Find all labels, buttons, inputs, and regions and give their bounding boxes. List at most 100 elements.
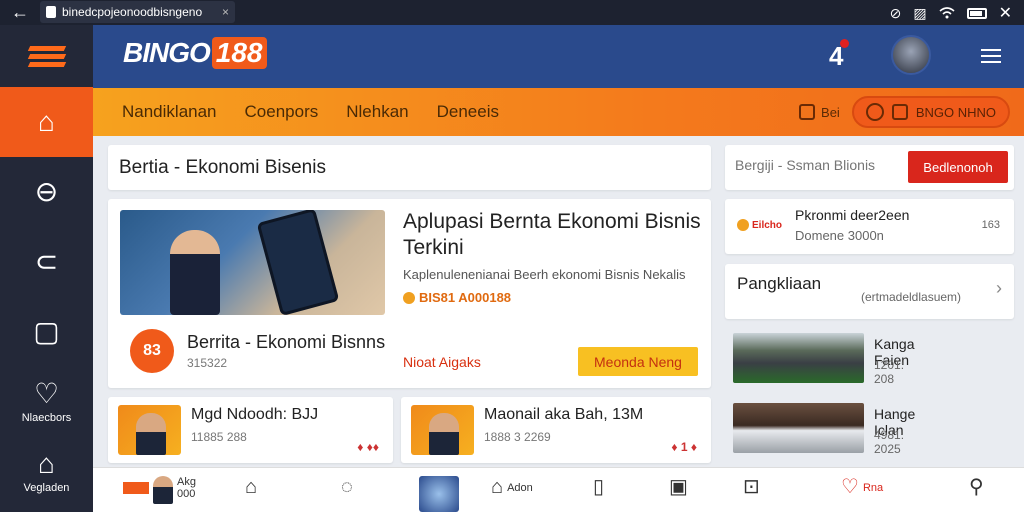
search-button[interactable]: Bedlenonoh (908, 151, 1008, 183)
ranking-subtitle: (ertmadeldlasuem) (861, 290, 962, 304)
list-item[interactable]: Mgd Ndoodh: BJJ 11885 288 ♦ ♦♦ (108, 397, 393, 463)
chat-icon: ◌ (341, 476, 353, 498)
news-meta: 4981: 2025 (874, 428, 905, 456)
url-text: binedcpojeonoodbisngeno (62, 5, 203, 19)
stats-icon: ▯ (593, 476, 605, 498)
system-icons: ⊘ ▨ ✕ (890, 3, 1012, 23)
wallet-icon (891, 104, 908, 120)
featured-subnum: 315322 (187, 356, 228, 370)
explore-icon: ⊂ (34, 246, 59, 277)
news-image (733, 333, 864, 383)
article-reactions[interactable]: ♦ 1 ♦ (671, 440, 697, 454)
search-input[interactable] (735, 157, 895, 173)
avatar[interactable] (891, 35, 931, 75)
featured-title[interactable]: Aplupasi Bernta Ekonomi Bisnis Terkini (403, 209, 703, 261)
nav-account-pill[interactable]: BNGO NHNO (851, 96, 1010, 128)
battery-icon (966, 7, 987, 19)
featured-badge: 83 (130, 329, 174, 373)
list-item[interactable]: Maonail aka Bah, 13M 1888 3 2269 ♦ 1 ♦ (401, 397, 711, 463)
badge-icon (123, 482, 149, 494)
featured-image (120, 210, 385, 315)
ranking-card[interactable]: Pangkliaan (ertmadeldlasuem) › (725, 264, 1014, 319)
bottom-item-profile[interactable]: ⚲ (969, 476, 984, 498)
rail-item-profile[interactable]: ⌂ Vegladen (0, 437, 93, 507)
lock-icon (46, 6, 56, 18)
promo-count: 163 (981, 219, 1000, 231)
close-window-icon[interactable]: ✕ (999, 3, 1012, 23)
news-meta: 1201: 208 (874, 358, 905, 386)
bottom-item-center[interactable] (419, 476, 459, 512)
media-icon: ▣ (669, 476, 688, 498)
brand-logo[interactable]: BINGO 188 (123, 37, 267, 69)
bottom-item-media[interactable]: ▣ (669, 476, 688, 498)
store-icon: ⌂ (491, 476, 504, 498)
block-icon: ⊘ (889, 4, 902, 21)
promo-subtitle: Domene 3000n (795, 228, 884, 243)
menu-icon[interactable] (981, 45, 1001, 67)
left-rail: ⌂ ⊖ ⊂ ▢ ♡ Nlaecbors ⌂ Vegladen (0, 25, 93, 512)
promo-title: Pkronmi deer2een (795, 207, 910, 223)
category-nav: Nandiklanan Coenpors Nlehkan Deneeis Bei… (93, 88, 1024, 136)
bottom-item-adon[interactable]: ⌂ Adon (491, 476, 533, 498)
heart-icon: ♡ (841, 476, 859, 498)
bottom-nav: Akg 000 ⌂ ◌ ⌂ Adon ▯ ▣ ⊡ ♡ Rna ⚲ (93, 467, 1024, 512)
featured-subtitle: Berrita - Ekonomi Bisnns (187, 332, 386, 352)
grid-icon (799, 104, 816, 120)
top-header: BINGO 188 4 (93, 25, 1024, 88)
article-meta: 1888 3 2269 (484, 430, 551, 444)
tab-coenpors[interactable]: Coenpors (245, 102, 319, 122)
article-title: Maonail aka Bah, 13M (484, 406, 644, 423)
section-header: Bertia - Ekonomi Bisenis (108, 145, 711, 190)
globe-icon (865, 103, 884, 121)
sphere-icon (419, 476, 459, 512)
rail-item-explore[interactable]: ⊂ (0, 227, 93, 297)
read-more-button[interactable]: Meonda Neng (578, 347, 698, 376)
rail-item-bookmarks[interactable]: ▢ (0, 297, 93, 367)
bottom-item-camera[interactable]: ⊡ (743, 476, 760, 498)
back-arrow-icon[interactable]: ← (0, 2, 40, 23)
tab-nandiklanan[interactable]: Nandiklanan (122, 102, 217, 122)
user-icon: ⚲ (969, 476, 984, 498)
url-bar[interactable]: binedcpojeonoodbisngeno × (40, 1, 235, 23)
nav-bet-button[interactable]: Bei (799, 104, 840, 120)
featured-desc: Kaplenulenenianai Beerh ekonomi Bisnis N… (403, 267, 686, 282)
bottom-item-account[interactable]: Akg 000 (123, 476, 201, 504)
featured-article[interactable]: Aplupasi Bernta Ekonomi Bisnis Terkini K… (108, 199, 711, 388)
notification-icon[interactable]: 4 (829, 39, 850, 72)
promo-logo: Eilcho (737, 215, 785, 235)
close-tab-icon[interactable]: × (222, 5, 229, 19)
bookmark-icon: ⌂ (245, 476, 258, 498)
tab-deneeis[interactable]: Deneeis (437, 102, 499, 122)
promo-card[interactable]: Eilcho Pkronmi deer2een Domene 3000n 163 (725, 199, 1014, 254)
chevron-right-icon[interactable]: › (996, 278, 1002, 299)
featured-source: BIS81 A000188 (403, 290, 511, 305)
bottom-item-chat[interactable]: ◌ (341, 476, 353, 498)
featured-hot-label[interactable]: Nioat Aigaks (403, 354, 481, 370)
section-title: Bertia - Ekonomi Bisenis (119, 156, 326, 178)
bottom-item-bookmark[interactable]: ⌂ (245, 476, 257, 498)
rail-item-label: Nlaecbors (21, 412, 72, 424)
app-logo-icon[interactable] (0, 25, 93, 87)
bookmark-icon: ▢ (33, 316, 60, 347)
search-box: Bedlenonoh (725, 145, 1014, 190)
rail-item-label: Vegladen (23, 482, 70, 494)
bottom-item-favorites[interactable]: ♡ Rna (841, 476, 883, 498)
ranking-title: Pangkliaan (737, 274, 822, 293)
browser-status-bar: ← binedcpojeonoodbisngeno × ⊘ ▨ ✕ (0, 0, 1024, 25)
article-thumbnail (118, 405, 181, 455)
home-icon: ⌂ (38, 106, 55, 137)
news-image (733, 403, 864, 453)
camera-icon: ⊡ (743, 476, 760, 498)
wifi-icon (939, 7, 955, 19)
tab-nlehkan[interactable]: Nlehkan (346, 102, 408, 122)
heart-icon: ♡ (33, 378, 60, 409)
article-reactions[interactable]: ♦ ♦♦ (357, 440, 379, 454)
rail-item-search[interactable]: ⊖ (0, 157, 93, 227)
rail-item-home[interactable]: ⌂ (0, 87, 93, 157)
user-photo (153, 476, 173, 504)
rail-item-favorites[interactable]: ♡ Nlaecbors (0, 367, 93, 437)
article-thumbnail (411, 405, 474, 455)
coin-icon (403, 291, 415, 304)
search-icon: ⊖ (34, 176, 59, 207)
bottom-item-stats[interactable]: ▯ (593, 476, 604, 498)
